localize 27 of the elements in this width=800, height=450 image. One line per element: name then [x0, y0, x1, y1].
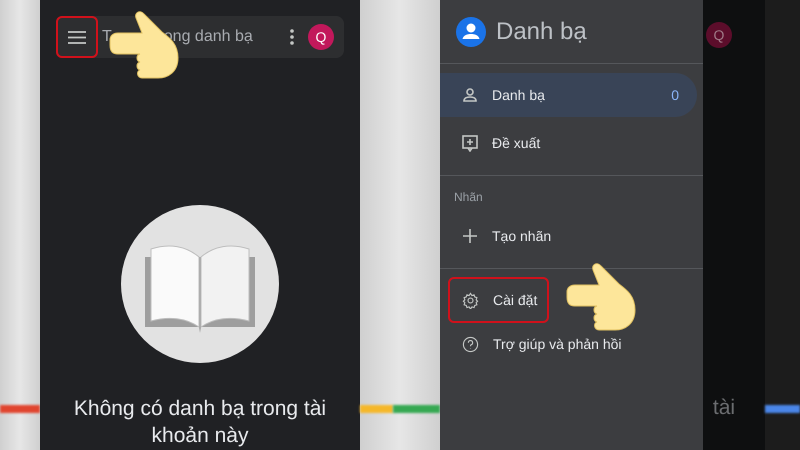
settings-icon — [462, 292, 479, 308]
drawer-item[interactable]: Đề xuất — [440, 121, 703, 165]
drawer-item-label: Tạo nhãn — [492, 228, 552, 244]
help-icon — [462, 336, 479, 352]
more-icon[interactable] — [290, 29, 294, 45]
drawer-item[interactable]: Trợ giúp và phản hồi — [448, 321, 634, 367]
drawer-item[interactable]: Cài đặt — [448, 277, 550, 323]
avatar[interactable]: Q — [308, 24, 334, 50]
contacts-logo-icon — [456, 16, 486, 46]
menu-icon — [68, 30, 86, 44]
section-label: Nhãn — [453, 189, 484, 206]
plus-icon — [462, 228, 478, 244]
background-text: tài — [712, 396, 736, 420]
background-stripe — [0, 405, 40, 413]
person-icon — [462, 87, 478, 103]
item-count: 0 — [671, 87, 679, 103]
search-placeholder: T — [102, 28, 112, 46]
drawer-item-label: Danh bạ — [492, 87, 545, 103]
add-box-icon — [462, 134, 478, 152]
drawer-item[interactable]: Danh bạ 0 — [440, 73, 697, 117]
menu-button[interactable] — [56, 16, 98, 58]
empty-message: Không có danh bạ trong tài khoản này — [72, 396, 328, 449]
background-stripe — [765, 405, 800, 413]
drawer-item[interactable]: Tạo nhãn — [440, 214, 703, 258]
drawer-item-label: Đề xuất — [492, 135, 540, 151]
app-title: Danh bạ — [496, 18, 587, 46]
avatar: Q — [706, 22, 732, 48]
